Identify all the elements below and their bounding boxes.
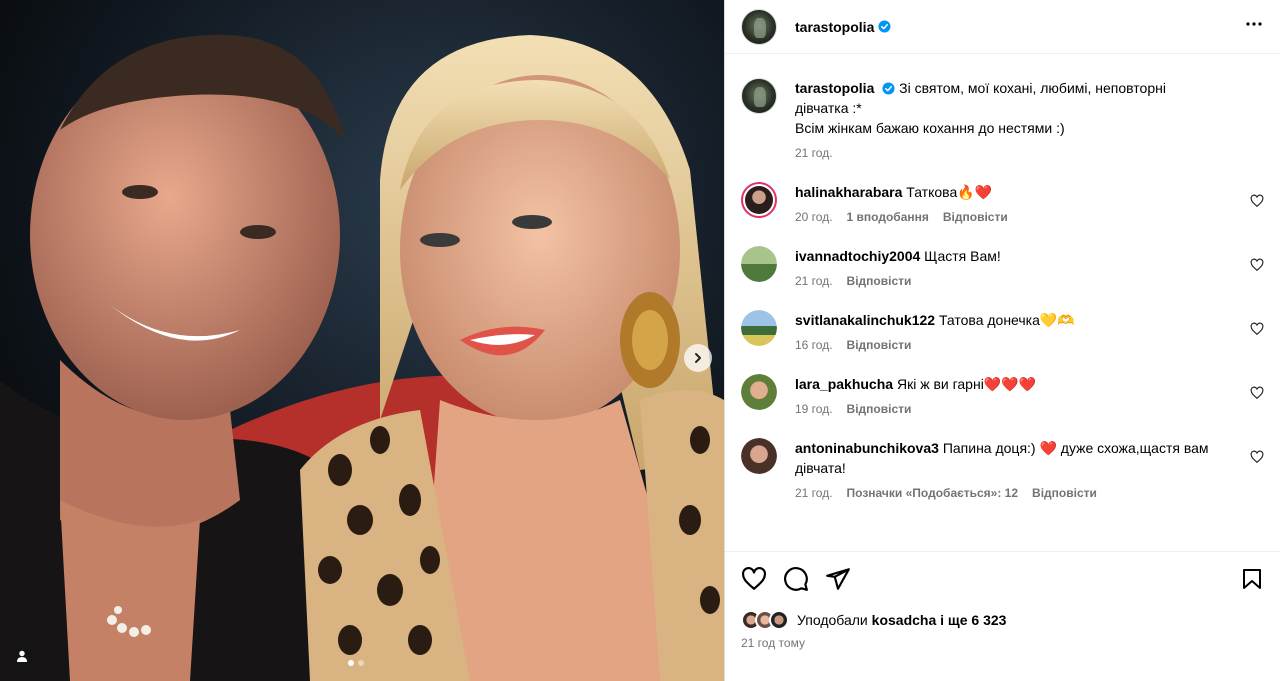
action-icons xyxy=(741,564,1264,594)
verified-badge-icon xyxy=(878,20,891,33)
comment-time[interactable]: 21 год. xyxy=(795,274,833,288)
comment-bubble-icon xyxy=(784,567,808,591)
commenter-avatar[interactable] xyxy=(741,438,777,474)
liker-avatars xyxy=(741,610,789,630)
liked-by-user[interactable]: kosadcha xyxy=(872,612,937,628)
comment-button[interactable] xyxy=(783,566,809,592)
comment-item: antoninabunchikova3 Папина доця:) ❤️ дуж… xyxy=(741,438,1264,500)
post-header: tarastopolia xyxy=(725,0,1280,54)
instagram-post-modal: tarastopolia tarastopolia Зі святом, мої… xyxy=(0,0,1280,681)
save-button[interactable] xyxy=(1240,566,1264,592)
comment-like-button[interactable] xyxy=(1250,450,1264,469)
post-photo xyxy=(0,0,724,681)
more-horizontal-icon xyxy=(1246,22,1262,26)
commenter-username[interactable]: halinakharabara xyxy=(795,184,902,200)
more-options-button[interactable] xyxy=(1244,14,1264,39)
heart-icon xyxy=(1250,450,1264,464)
author-avatar[interactable] xyxy=(741,78,777,114)
comment-text: Які ж ви гарні❤️❤️❤️ xyxy=(896,376,1037,392)
reply-button[interactable]: Відповісти xyxy=(1032,486,1097,500)
comment-like-button[interactable] xyxy=(1250,258,1264,277)
tagged-users-button[interactable] xyxy=(8,642,36,670)
comment-text: Щастя Вам! xyxy=(924,248,1001,264)
carousel-dots xyxy=(348,660,364,666)
commenter-avatar[interactable] xyxy=(741,182,777,218)
likes-summary[interactable]: Уподобали kosadcha і ще 6 323 xyxy=(741,610,1264,630)
comment-time[interactable]: 20 год. xyxy=(795,210,833,224)
author-avatar[interactable] xyxy=(741,8,777,45)
heart-icon xyxy=(1250,194,1264,208)
reply-button[interactable]: Відповісти xyxy=(847,274,912,288)
heart-icon xyxy=(1250,258,1264,272)
commenter-username[interactable]: ivannadtochiy2004 xyxy=(795,248,920,264)
reply-button[interactable]: Відповісти xyxy=(847,402,912,416)
comment-item: lara_pakhucha Які ж ви гарні❤️❤️❤️ 19 го… xyxy=(741,374,1264,416)
author-username[interactable]: tarastopolia xyxy=(795,19,874,35)
user-tag-icon xyxy=(17,650,27,662)
post-actions: Уподобали kosadcha і ще 6 323 21 год том… xyxy=(725,551,1280,681)
chevron-right-icon xyxy=(695,353,701,363)
caption-line-2: Всім жінкам бажаю кохання до нестями :) xyxy=(795,120,1065,136)
like-button[interactable] xyxy=(741,566,767,592)
reply-button[interactable]: Відповісти xyxy=(847,338,912,352)
comment-item: ivannadtochiy2004 Щастя Вам! 21 год. Від… xyxy=(741,246,1264,288)
liker-avatar xyxy=(769,610,789,630)
commenter-avatar[interactable] xyxy=(741,310,777,346)
likes-count[interactable]: ще 6 323 xyxy=(948,612,1007,628)
comment-like-button[interactable] xyxy=(1250,194,1264,213)
post-side-panel: tarastopolia tarastopolia Зі святом, мої… xyxy=(724,0,1280,681)
caption-username[interactable]: tarastopolia xyxy=(795,80,874,96)
heart-icon xyxy=(742,566,766,590)
commenter-avatar[interactable] xyxy=(741,246,777,282)
comment-time[interactable]: 16 год. xyxy=(795,338,833,352)
comment-likes[interactable]: Позначки «Подобається»: 12 xyxy=(847,486,1018,500)
post-media[interactable] xyxy=(0,0,724,681)
verified-badge-icon xyxy=(882,82,895,95)
post-time[interactable]: 21 год тому xyxy=(741,636,1264,650)
carousel-dot xyxy=(358,660,364,666)
reply-button[interactable]: Відповісти xyxy=(943,210,1008,224)
liked-by-and: і xyxy=(940,612,945,628)
post-caption: tarastopolia Зі святом, мої кохані, люби… xyxy=(741,54,1264,160)
commenter-username[interactable]: antoninabunchikova3 xyxy=(795,440,939,456)
caption-time: 21 год. xyxy=(795,146,833,160)
commenter-username[interactable]: lara_pakhucha xyxy=(795,376,893,392)
comment-text: Татова донечка💛🫶 xyxy=(938,312,1075,328)
comments-list[interactable]: tarastopolia Зі святом, мої кохані, люби… xyxy=(725,54,1280,551)
comment-like-button[interactable] xyxy=(1250,322,1264,341)
heart-icon xyxy=(1250,322,1264,336)
comment-like-button[interactable] xyxy=(1250,386,1264,405)
comment-time[interactable]: 21 год. xyxy=(795,486,833,500)
heart-icon xyxy=(1250,386,1264,400)
comment-item: svitlanakalinchuk122 Татова донечка💛🫶 16… xyxy=(741,310,1264,352)
carousel-next-button[interactable] xyxy=(684,344,712,372)
share-button[interactable] xyxy=(825,566,851,592)
paper-plane-icon xyxy=(826,568,850,590)
caption-text: tarastopolia Зі святом, мої кохані, люби… xyxy=(795,78,1215,138)
comment-likes[interactable]: 1 вподобання xyxy=(847,210,929,224)
commenter-username[interactable]: svitlanakalinchuk122 xyxy=(795,312,935,328)
commenter-avatar[interactable] xyxy=(741,374,777,410)
bookmark-icon xyxy=(1243,569,1261,589)
comment-item: halinakharabara Таткова🔥❤️ 20 год. 1 впо… xyxy=(741,182,1264,224)
liked-by-prefix: Уподобали xyxy=(797,612,868,628)
comment-text: Таткова🔥❤️ xyxy=(906,184,993,200)
carousel-dot xyxy=(348,660,354,666)
comment-time[interactable]: 19 год. xyxy=(795,402,833,416)
